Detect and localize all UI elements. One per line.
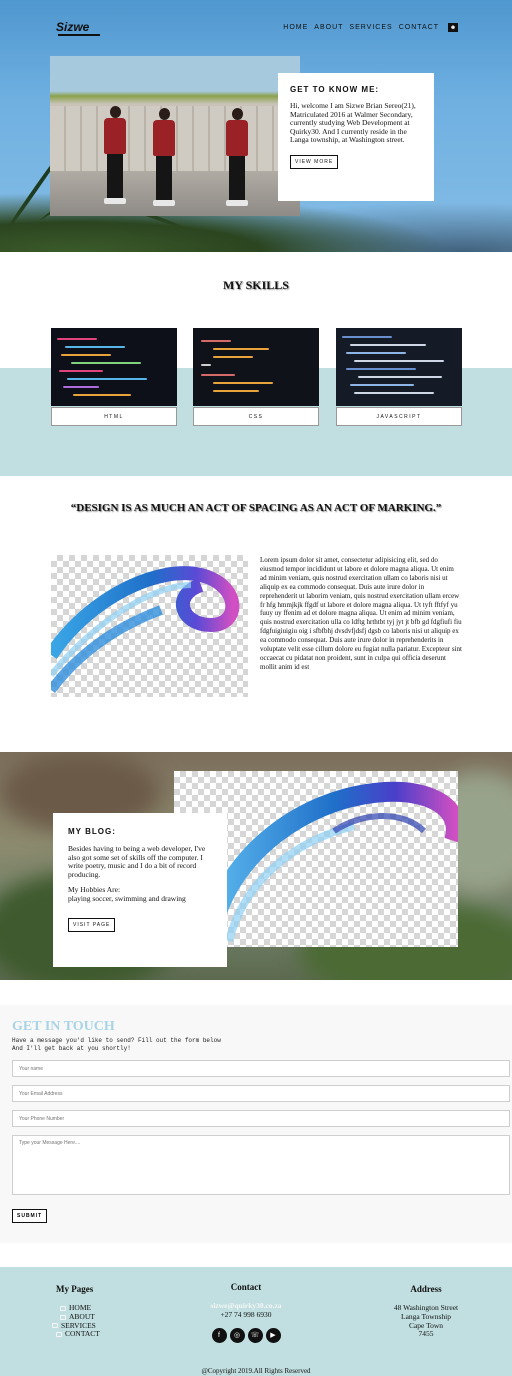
- email-field[interactable]: [12, 1085, 510, 1102]
- footer-contact-title: Contact: [230, 1282, 262, 1292]
- skill-card-javascript[interactable]: JAVASCRIPT: [336, 328, 462, 426]
- nav-services[interactable]: SERVICES: [349, 24, 392, 31]
- css-code-image: [193, 328, 319, 406]
- logo-underline: [58, 34, 100, 36]
- photo-person: [226, 108, 248, 208]
- about-card: GET TO KNOW ME: Hi, welcome I am Sizwe B…: [278, 73, 434, 201]
- whatsapp-icon[interactable]: ☏: [247, 1327, 263, 1343]
- home-icon: [60, 1305, 66, 1311]
- blog-title: MY BLOG:: [68, 827, 116, 836]
- photo-wall: [50, 106, 300, 171]
- submit-button[interactable]: SUBMIT: [12, 1209, 48, 1223]
- view-more-button[interactable]: VIEW MORE: [290, 154, 339, 169]
- photo-person: [153, 108, 175, 208]
- footer-contact: Contact sizwe@quirky30.co.za +27 74 998 …: [196, 1282, 296, 1343]
- skill-card-css[interactable]: CSS: [193, 328, 319, 426]
- message-field[interactable]: [12, 1135, 510, 1195]
- footer-pages: My Pages HOME ABOUT SERVICES CONTACT: [52, 1284, 116, 1339]
- nav-about[interactable]: ABOUT: [314, 24, 343, 31]
- footer-address-title: Address: [410, 1284, 442, 1294]
- swirl-graphic: [51, 566, 240, 694]
- address-line: 7455: [418, 1329, 434, 1339]
- skills-title: MY SKILLS: [223, 278, 289, 292]
- about-text: Hi, welcome I am Sizwe Brian Sereo(21), …: [290, 101, 416, 145]
- photo-person: [104, 106, 126, 206]
- abstract-swirl-image: [51, 555, 248, 697]
- nav-contact[interactable]: CONTACT: [399, 24, 439, 31]
- name-field[interactable]: [12, 1060, 510, 1077]
- footer-pages-title: My Pages: [56, 1284, 94, 1294]
- footer-phone: +27 74 998 6930: [220, 1309, 272, 1319]
- footer: My Pages HOME ABOUT SERVICES CONTACT Con…: [0, 1267, 512, 1376]
- contact-icon: [56, 1332, 62, 1338]
- blog-text: Besides having to being a web developer,…: [68, 844, 206, 879]
- youtube-icon[interactable]: ▶: [265, 1327, 281, 1343]
- skill-card-html[interactable]: HTML: [51, 328, 177, 426]
- facebook-icon[interactable]: f: [211, 1327, 227, 1343]
- javascript-code-image: [336, 328, 462, 406]
- site-logo[interactable]: Sizwe: [56, 20, 89, 34]
- footer-address: Address 48 Washington Street Langa Towns…: [376, 1284, 476, 1339]
- user-icon: [60, 1314, 66, 1320]
- main-nav: HOME ABOUT SERVICES CONTACT ☻: [283, 23, 458, 32]
- hero-section: Sizwe HOME ABOUT SERVICES CONTACT ☻ GET …: [0, 0, 512, 252]
- skill-label-javascript: JAVASCRIPT: [336, 407, 462, 426]
- blog-card: MY BLOG: Besides having to being a web d…: [53, 813, 227, 967]
- contact-card-icon[interactable]: ☻: [448, 23, 458, 32]
- footer-link-contact[interactable]: CONTACT: [56, 1330, 116, 1339]
- skill-label-css: CSS: [193, 407, 319, 426]
- copyright: @Copyright 2019.All Rights Reserved: [201, 1367, 311, 1375]
- contact-section: GET IN TOUCH Have a message you'd like t…: [0, 1005, 512, 1243]
- services-icon: [52, 1323, 58, 1329]
- profile-photo: [50, 56, 300, 216]
- about-title: GET TO KNOW ME:: [290, 85, 380, 94]
- contact-subtitle: Have a message you'd like to send? Fill …: [12, 1037, 221, 1052]
- phone-field[interactable]: [12, 1110, 510, 1127]
- design-quote: “DESIGN IS AS MUCH AN ACT OF SPACING AS …: [70, 502, 442, 514]
- visit-page-button[interactable]: VISIT PAGE: [68, 918, 116, 932]
- lorem-paragraph: Lorem ipsum dolor sit amet, consectetur …: [260, 556, 462, 671]
- contact-title: GET IN TOUCH: [12, 1019, 115, 1034]
- hobbies-text: playing soccer, swimming and drawing: [68, 893, 186, 903]
- instagram-icon[interactable]: ◎: [229, 1327, 245, 1343]
- skill-label-html: HTML: [51, 407, 177, 426]
- html-code-image: [51, 328, 177, 406]
- social-links: f ◎ ☏ ▶: [196, 1327, 296, 1343]
- nav-home[interactable]: HOME: [283, 24, 308, 31]
